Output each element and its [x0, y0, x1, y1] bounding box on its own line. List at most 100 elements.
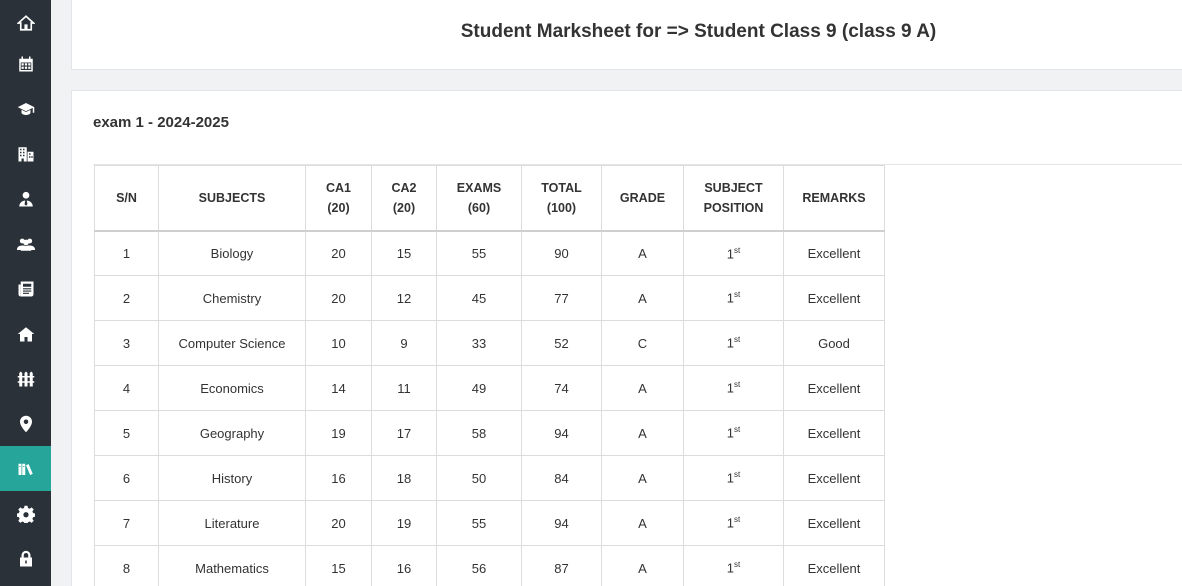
column-header-ca2: CA2 (20)	[371, 165, 437, 231]
sidebar-item-teachers[interactable]	[0, 176, 51, 221]
cell-subject: History	[158, 455, 306, 501]
column-header-remarks: REMARKS	[783, 165, 885, 231]
cell-sn: 8	[94, 545, 159, 586]
column-header-sn: S/N	[94, 165, 159, 231]
cell-exams: 55	[436, 500, 522, 546]
cell-ca2: 12	[371, 275, 437, 321]
sidebar-item-location[interactable]	[0, 401, 51, 446]
cell-grade: A	[601, 275, 684, 321]
cell-ca1: 19	[305, 410, 372, 456]
cell-subject: Biology	[158, 230, 306, 276]
gear-icon	[16, 505, 35, 523]
table-row: 1 Biology 20 15 55 90 A 1st Excellent	[94, 230, 885, 276]
sidebar-item-settings[interactable]	[0, 491, 51, 536]
cell-remarks: Excellent	[783, 500, 885, 546]
cell-total: 74	[521, 365, 602, 411]
cell-ca2: 18	[371, 455, 437, 501]
cell-subject: Chemistry	[158, 275, 306, 321]
sidebar-item-facilities[interactable]	[0, 356, 51, 401]
cell-grade: A	[601, 455, 684, 501]
cell-exams: 56	[436, 545, 522, 586]
cell-sn: 3	[94, 320, 159, 366]
sidebar-item-buildings[interactable]	[0, 131, 51, 176]
cell-remarks: Excellent	[783, 545, 885, 586]
cell-sn: 7	[94, 500, 159, 546]
column-header-grade: GRADE	[601, 165, 684, 231]
cell-position: 1st	[683, 275, 784, 321]
cell-grade: A	[601, 545, 684, 586]
sidebar-item-academics[interactable]	[0, 86, 51, 131]
column-header-exams: EXAMS (60)	[436, 165, 522, 231]
table-row: 3 Computer Science 10 9 33 52 C 1st Good	[94, 320, 885, 366]
sidebar-item-calendar[interactable]	[0, 41, 51, 86]
cell-grade: A	[601, 500, 684, 546]
table-row: 8 Mathematics 15 16 56 87 A 1st Excellen…	[94, 545, 885, 586]
cell-ca1: 20	[305, 500, 372, 546]
cell-grade: C	[601, 320, 684, 366]
marksheet-card: exam 1 - 2024-2025 S/N SUBJECTS CA1 (20) …	[71, 90, 1182, 586]
cell-subject: Economics	[158, 365, 306, 411]
building-icon	[18, 146, 33, 161]
cell-remarks: Excellent	[783, 455, 885, 501]
cell-total: 94	[521, 500, 602, 546]
column-header-total: TOTAL (100)	[521, 165, 602, 231]
cell-remarks: Excellent	[783, 230, 885, 276]
cell-sn: 1	[94, 230, 159, 276]
cell-exams: 49	[436, 365, 522, 411]
column-header-ca1: CA1 (20)	[305, 165, 372, 231]
cell-grade: A	[601, 230, 684, 276]
sidebar-item-students[interactable]	[0, 221, 51, 266]
sidebar-item-home[interactable]	[0, 0, 51, 45]
cell-grade: A	[601, 365, 684, 411]
sidebar-item-library[interactable]	[0, 446, 51, 491]
cell-sn: 4	[94, 365, 159, 411]
marksheet-table: S/N SUBJECTS CA1 (20) CA2 (20) EXAMS (60) T…	[94, 165, 885, 586]
user-tie-icon	[18, 191, 33, 206]
table-row: 7 Literature 20 19 55 94 A 1st Excellent	[94, 500, 885, 546]
lock-icon	[19, 550, 32, 566]
cell-ca1: 20	[305, 275, 372, 321]
cell-ca1: 20	[305, 230, 372, 276]
column-header-subject-position: SUBJECT POSITION	[683, 165, 784, 231]
table-header-row: S/N SUBJECTS CA1 (20) CA2 (20) EXAMS (60) T…	[94, 165, 885, 231]
calendar-icon	[18, 56, 33, 71]
newspaper-icon	[18, 281, 33, 296]
sidebar-item-logout[interactable]	[0, 536, 51, 581]
cell-sn: 2	[94, 275, 159, 321]
table-row: 2 Chemistry 20 12 45 77 A 1st Excellent	[94, 275, 885, 321]
cell-subject: Mathematics	[158, 545, 306, 586]
cell-sn: 6	[94, 455, 159, 501]
cell-ca1: 14	[305, 365, 372, 411]
cell-ca2: 16	[371, 545, 437, 586]
column-header-subjects: SUBJECTS	[158, 165, 306, 231]
cell-sn: 5	[94, 410, 159, 456]
cell-ca2: 17	[371, 410, 437, 456]
cell-remarks: Excellent	[783, 275, 885, 321]
sidebar-item-notices[interactable]	[0, 266, 51, 311]
users-icon	[16, 238, 35, 251]
cell-ca2: 19	[371, 500, 437, 546]
cell-ca2: 9	[371, 320, 437, 366]
cell-exams: 45	[436, 275, 522, 321]
cell-total: 90	[521, 230, 602, 276]
cell-remarks: Excellent	[783, 410, 885, 456]
fence-icon	[17, 371, 34, 386]
cell-total: 77	[521, 275, 602, 321]
cell-total: 87	[521, 545, 602, 586]
cell-exams: 50	[436, 455, 522, 501]
cell-remarks: Excellent	[783, 365, 885, 411]
cell-grade: A	[601, 410, 684, 456]
books-icon	[18, 463, 33, 475]
cell-ca2: 15	[371, 230, 437, 276]
cell-remarks: Good	[783, 320, 885, 366]
cell-position: 1st	[683, 230, 784, 276]
cell-subject: Computer Science	[158, 320, 306, 366]
cell-exams: 58	[436, 410, 522, 456]
sidebar-item-hostel[interactable]	[0, 311, 51, 356]
cell-ca1: 10	[305, 320, 372, 366]
cell-exams: 55	[436, 230, 522, 276]
home-icon	[16, 14, 35, 31]
page-title: Student Marksheet for => Student Class 9…	[460, 21, 937, 42]
cell-total: 52	[521, 320, 602, 366]
table-row: 4 Economics 14 11 49 74 A 1st Excellent	[94, 365, 885, 411]
